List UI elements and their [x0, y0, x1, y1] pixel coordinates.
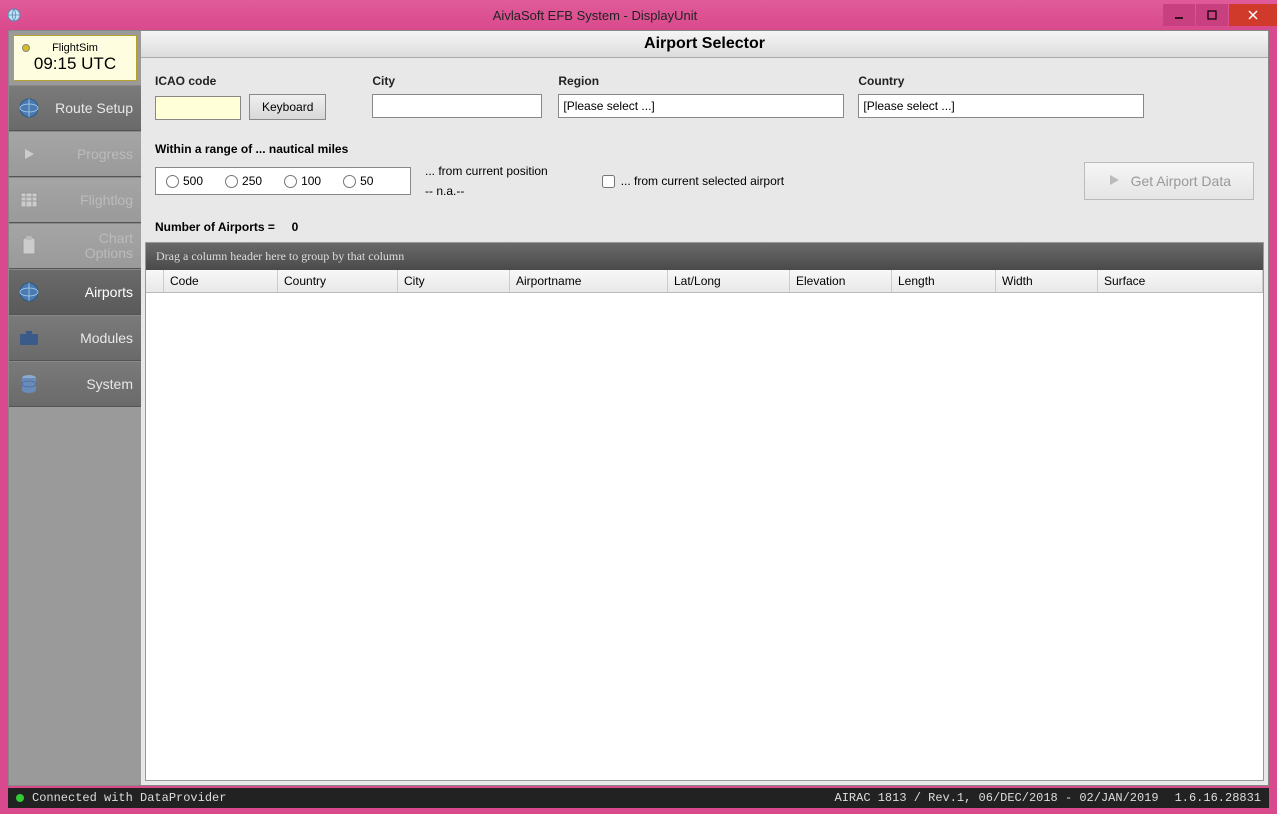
- main-panel: Airport Selector ICAO code Keyboard City: [141, 31, 1268, 785]
- col-surface[interactable]: Surface: [1098, 270, 1263, 292]
- clipboard-icon: [17, 234, 41, 258]
- keyboard-button[interactable]: Keyboard: [249, 94, 326, 120]
- icao-input[interactable]: [155, 96, 241, 120]
- minimize-button[interactable]: [1163, 4, 1195, 26]
- sim-clock: FlightSim 09:15 UTC: [13, 35, 137, 81]
- app-icon: [0, 7, 28, 23]
- airport-count: Number of Airports = 0: [141, 210, 1268, 242]
- nav-flightlog[interactable]: Flightlog: [9, 177, 141, 223]
- clock-time: 09:15 UTC: [18, 54, 132, 74]
- range-100[interactable]: 100: [284, 174, 321, 188]
- app-window: AivlaSoft EFB System - DisplayUnit Fligh…: [0, 0, 1277, 814]
- region-group: Region [Please select ...]: [558, 74, 844, 120]
- nav-system[interactable]: System: [9, 361, 141, 407]
- nav-label: Airports: [49, 284, 133, 300]
- sidebar: FlightSim 09:15 UTC Route Setup Progress…: [9, 31, 141, 785]
- from-position-text: ... from current position -- n.a.--: [425, 164, 548, 198]
- country-label: Country: [858, 74, 1144, 88]
- col-width[interactable]: Width: [996, 270, 1098, 292]
- range-50[interactable]: 50: [343, 174, 373, 188]
- grid-header: Code Country City Airportname Lat/Long E…: [146, 270, 1263, 293]
- close-button[interactable]: [1229, 4, 1277, 26]
- play-icon: [1107, 173, 1121, 190]
- from-airport-checkbox[interactable]: ... from current selected airport: [602, 174, 784, 188]
- clock-label: FlightSim: [18, 42, 132, 54]
- city-label: City: [372, 74, 542, 88]
- status-bar: Connected with DataProvider AIRAC 1813 /…: [8, 788, 1269, 808]
- range-section: Within a range of ... nautical miles 500…: [155, 142, 1254, 200]
- grid-icon: [17, 188, 41, 212]
- status-version: 1.6.16.28831: [1175, 791, 1261, 805]
- briefcase-icon: [17, 326, 41, 350]
- city-input[interactable]: [372, 94, 542, 118]
- nav-route-setup[interactable]: Route Setup: [9, 85, 141, 131]
- group-by-bar[interactable]: Drag a column header here to group by th…: [146, 243, 1263, 270]
- nav-modules[interactable]: Modules: [9, 315, 141, 361]
- play-icon: [17, 142, 41, 166]
- globe-icon: [17, 96, 41, 120]
- country-group: Country [Please select ...]: [858, 74, 1144, 120]
- nav-label: Modules: [49, 330, 133, 346]
- range-label: Within a range of ... nautical miles: [155, 142, 1254, 156]
- globe-icon: [17, 280, 41, 304]
- col-latlong[interactable]: Lat/Long: [668, 270, 790, 292]
- database-icon: [17, 372, 41, 396]
- nav-label: Progress: [49, 146, 133, 162]
- nav-label: Flightlog: [49, 192, 133, 208]
- row-selector-col: [146, 270, 164, 292]
- window-controls: [1162, 4, 1277, 26]
- airport-grid: Drag a column header here to group by th…: [145, 242, 1264, 781]
- country-select[interactable]: [Please select ...]: [858, 94, 1144, 118]
- nav-airports[interactable]: Airports: [9, 269, 141, 315]
- icao-label: ICAO code: [155, 74, 326, 88]
- filter-area: ICAO code Keyboard City Region [Please s…: [141, 58, 1268, 210]
- region-label: Region: [558, 74, 844, 88]
- col-elevation[interactable]: Elevation: [790, 270, 892, 292]
- icao-group: ICAO code Keyboard: [155, 74, 326, 120]
- filter-row: ICAO code Keyboard City Region [Please s…: [155, 74, 1254, 120]
- window-title: AivlaSoft EFB System - DisplayUnit: [28, 8, 1162, 23]
- col-country[interactable]: Country: [278, 270, 398, 292]
- city-group: City: [372, 74, 542, 120]
- get-airport-data-button[interactable]: Get Airport Data: [1084, 162, 1254, 200]
- nav-label: System: [49, 376, 133, 392]
- maximize-button[interactable]: [1196, 4, 1228, 26]
- status-connection: Connected with DataProvider: [32, 791, 226, 805]
- range-250[interactable]: 250: [225, 174, 262, 188]
- range-500[interactable]: 500: [166, 174, 203, 188]
- page-title: Airport Selector: [141, 31, 1268, 58]
- col-city[interactable]: City: [398, 270, 510, 292]
- region-select[interactable]: [Please select ...]: [558, 94, 844, 118]
- titlebar: AivlaSoft EFB System - DisplayUnit: [0, 0, 1277, 30]
- connection-status-dot: [16, 794, 24, 802]
- range-radio-group: 500 250 100 50: [155, 167, 411, 195]
- clock-status-dot: [22, 44, 30, 52]
- nav-label: Route Setup: [49, 100, 133, 116]
- col-airportname[interactable]: Airportname: [510, 270, 668, 292]
- col-code[interactable]: Code: [164, 270, 278, 292]
- nav-chart-options[interactable]: Chart Options: [9, 223, 141, 269]
- col-length[interactable]: Length: [892, 270, 996, 292]
- grid-body[interactable]: [146, 293, 1263, 780]
- nav-progress[interactable]: Progress: [9, 131, 141, 177]
- status-airac: AIRAC 1813 / Rev.1, 06/DEC/2018 - 02/JAN…: [835, 791, 1159, 805]
- nav-label: Chart Options: [49, 231, 133, 262]
- content-area: FlightSim 09:15 UTC Route Setup Progress…: [8, 30, 1269, 786]
